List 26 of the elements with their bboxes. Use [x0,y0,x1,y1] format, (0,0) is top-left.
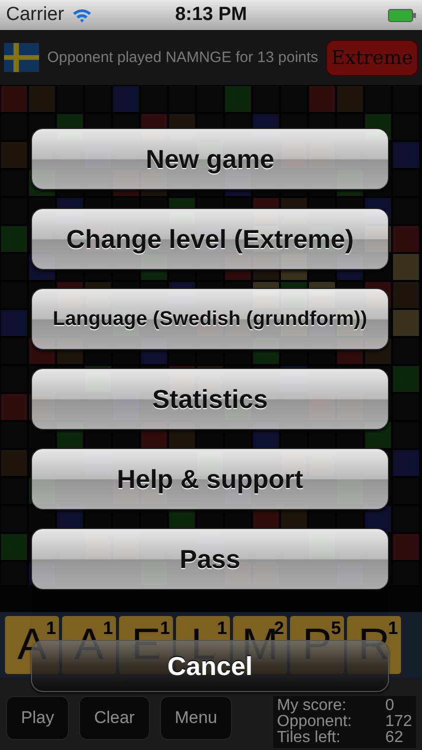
tile-value: 1 [102,618,113,638]
wifi-icon [72,8,92,22]
score-label: Opponent: [277,714,353,730]
score-label: My score: [277,698,348,714]
option-button[interactable]: Language (Swedish (grundform)) [31,288,389,350]
tile-value: 5 [330,618,341,639]
score-value: 172 [385,714,412,730]
toolbar-button[interactable]: Menu [160,696,232,740]
toolbar-button[interactable]: Clear [79,696,150,740]
carrier-label: Carrier [6,4,64,26]
status-time: 8:13 PM [175,4,247,26]
toolbar-button[interactable]: Play [6,696,70,740]
score-value: 62 [385,730,404,746]
score-label: Tiles left: [277,730,340,746]
option-button[interactable]: Help & support [31,448,389,510]
tile-value: 1 [216,618,227,639]
tile-value: 1 [46,618,56,638]
option-button[interactable]: New game [31,128,389,190]
option-button[interactable]: Statistics [31,368,389,430]
option-button[interactable]: Pass [31,528,389,590]
option-button[interactable]: Change level (Extreme) [31,208,389,270]
battery-icon [388,8,416,22]
score-value: 0 [385,698,396,714]
tile-value: 1 [160,618,170,639]
tile-value: 1 [388,618,398,638]
game-message: Opponent played NAMNGE for 13 points [47,49,318,66]
